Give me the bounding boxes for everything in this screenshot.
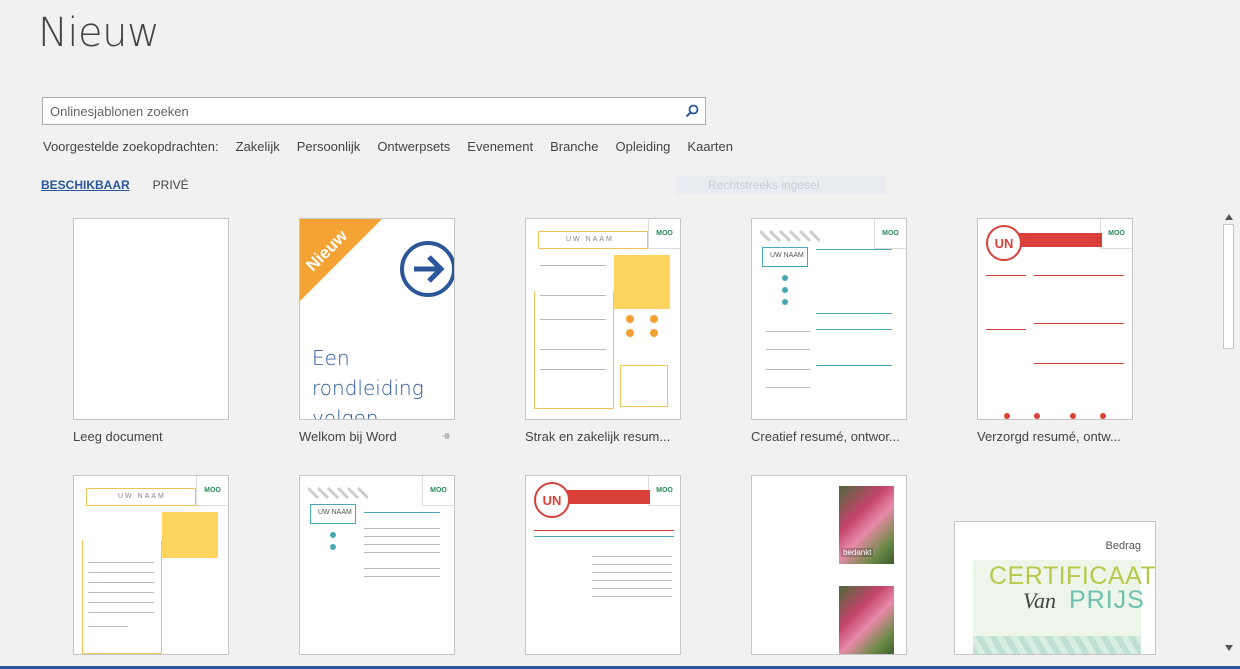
resume-name: UW NAAM (566, 236, 614, 243)
tab-prive[interactable]: PRIVÉ (153, 178, 189, 192)
template-certificate[interactable]: Bedrag CERTIFICAAT Van PRIJS (954, 521, 1156, 655)
template-verzorgd-resume[interactable]: MOO UN (977, 218, 1133, 420)
arrow-right-circle-icon (400, 241, 454, 297)
suggestion-zakelijk[interactable]: Zakelijk (236, 139, 280, 154)
faded-option: Rechtstreeks ingesel (676, 176, 886, 194)
search-input[interactable] (43, 98, 673, 124)
chevron-up-icon (1224, 213, 1233, 220)
template-label: Strak en zakelijk resum... (525, 429, 671, 444)
template-label: Verzorgd resumé, ontw... (977, 429, 1121, 444)
template-strak-resume[interactable]: MOO UW NAAM (525, 218, 681, 420)
scroll-up-button[interactable] (1221, 210, 1236, 223)
page-title: Nieuw (38, 10, 160, 56)
template-creatief-resume[interactable]: MOO UW NAAM (751, 218, 907, 420)
template-sollicitatiebrief-verzorgd[interactable]: MOO UN (525, 475, 681, 655)
template-tabs: BESCHIKBAAR PRIVÉ (41, 178, 212, 192)
tab-beschikbaar[interactable]: BESCHIKBAAR (41, 178, 130, 192)
template-bedankt-card[interactable]: bedankt (751, 475, 907, 655)
suggestion-ontwerpsets[interactable]: Ontwerpsets (377, 139, 450, 154)
resume-initials: UN (542, 492, 562, 508)
template-sollicitatiebrief-strak[interactable]: MOO UW NAAM (73, 475, 229, 655)
search-icon (685, 104, 699, 118)
certificate-prijs: PRIJS (1069, 586, 1145, 614)
search-button[interactable] (681, 100, 703, 122)
suggested-searches-label: Voorgestelde zoekopdrachten: (43, 139, 219, 154)
scrollbar[interactable] (1221, 210, 1236, 654)
template-sollicitatiebrief-creatief[interactable]: MOO UW NAAM (299, 475, 455, 655)
certificate-corner-text: Bedrag (1105, 540, 1141, 552)
template-label: Leeg document (73, 429, 163, 444)
suggestion-kaarten[interactable]: Kaarten (687, 139, 733, 154)
suggestion-evenement[interactable]: Evenement (467, 139, 533, 154)
suggestion-opleiding[interactable]: Opleiding (615, 139, 670, 154)
template-blank-document[interactable] (73, 218, 229, 420)
pattern-decoration (308, 486, 368, 500)
pattern-decoration (760, 229, 820, 243)
card-text: bedankt (841, 548, 874, 557)
tour-text: Een rondleiding volgen (312, 346, 424, 420)
chevron-down-icon (1224, 644, 1233, 651)
scroll-down-button[interactable] (1221, 641, 1236, 654)
resume-name: UW NAAM (118, 493, 166, 500)
resume-name: UW NAAM (318, 509, 352, 516)
pin-icon[interactable] (441, 431, 451, 441)
template-label: Welkom bij Word (299, 429, 397, 444)
moo-logo: MOO (422, 476, 454, 506)
resume-initials: UN (994, 235, 1014, 251)
template-label: Creatief resumé, ontwor... (751, 429, 900, 444)
moo-logo: MOO (648, 219, 680, 249)
moo-logo: MOO (1100, 219, 1132, 249)
moo-logo: MOO (874, 219, 906, 249)
moo-logo: MOO (648, 476, 680, 506)
suggestion-branche[interactable]: Branche (550, 139, 598, 154)
certificate-van: Van (1023, 588, 1056, 613)
resume-name: UW NAAM (770, 252, 804, 259)
suggested-searches: Voorgestelde zoekopdrachten: Zakelijk Pe… (43, 139, 750, 154)
moo-logo: MOO (196, 476, 228, 506)
suggestion-persoonlijk[interactable]: Persoonlijk (297, 139, 361, 154)
template-welcome-word[interactable]: Nieuw Een rondleiding volgen (299, 218, 455, 420)
search-box (42, 97, 706, 125)
scrollbar-thumb[interactable] (1223, 224, 1234, 349)
